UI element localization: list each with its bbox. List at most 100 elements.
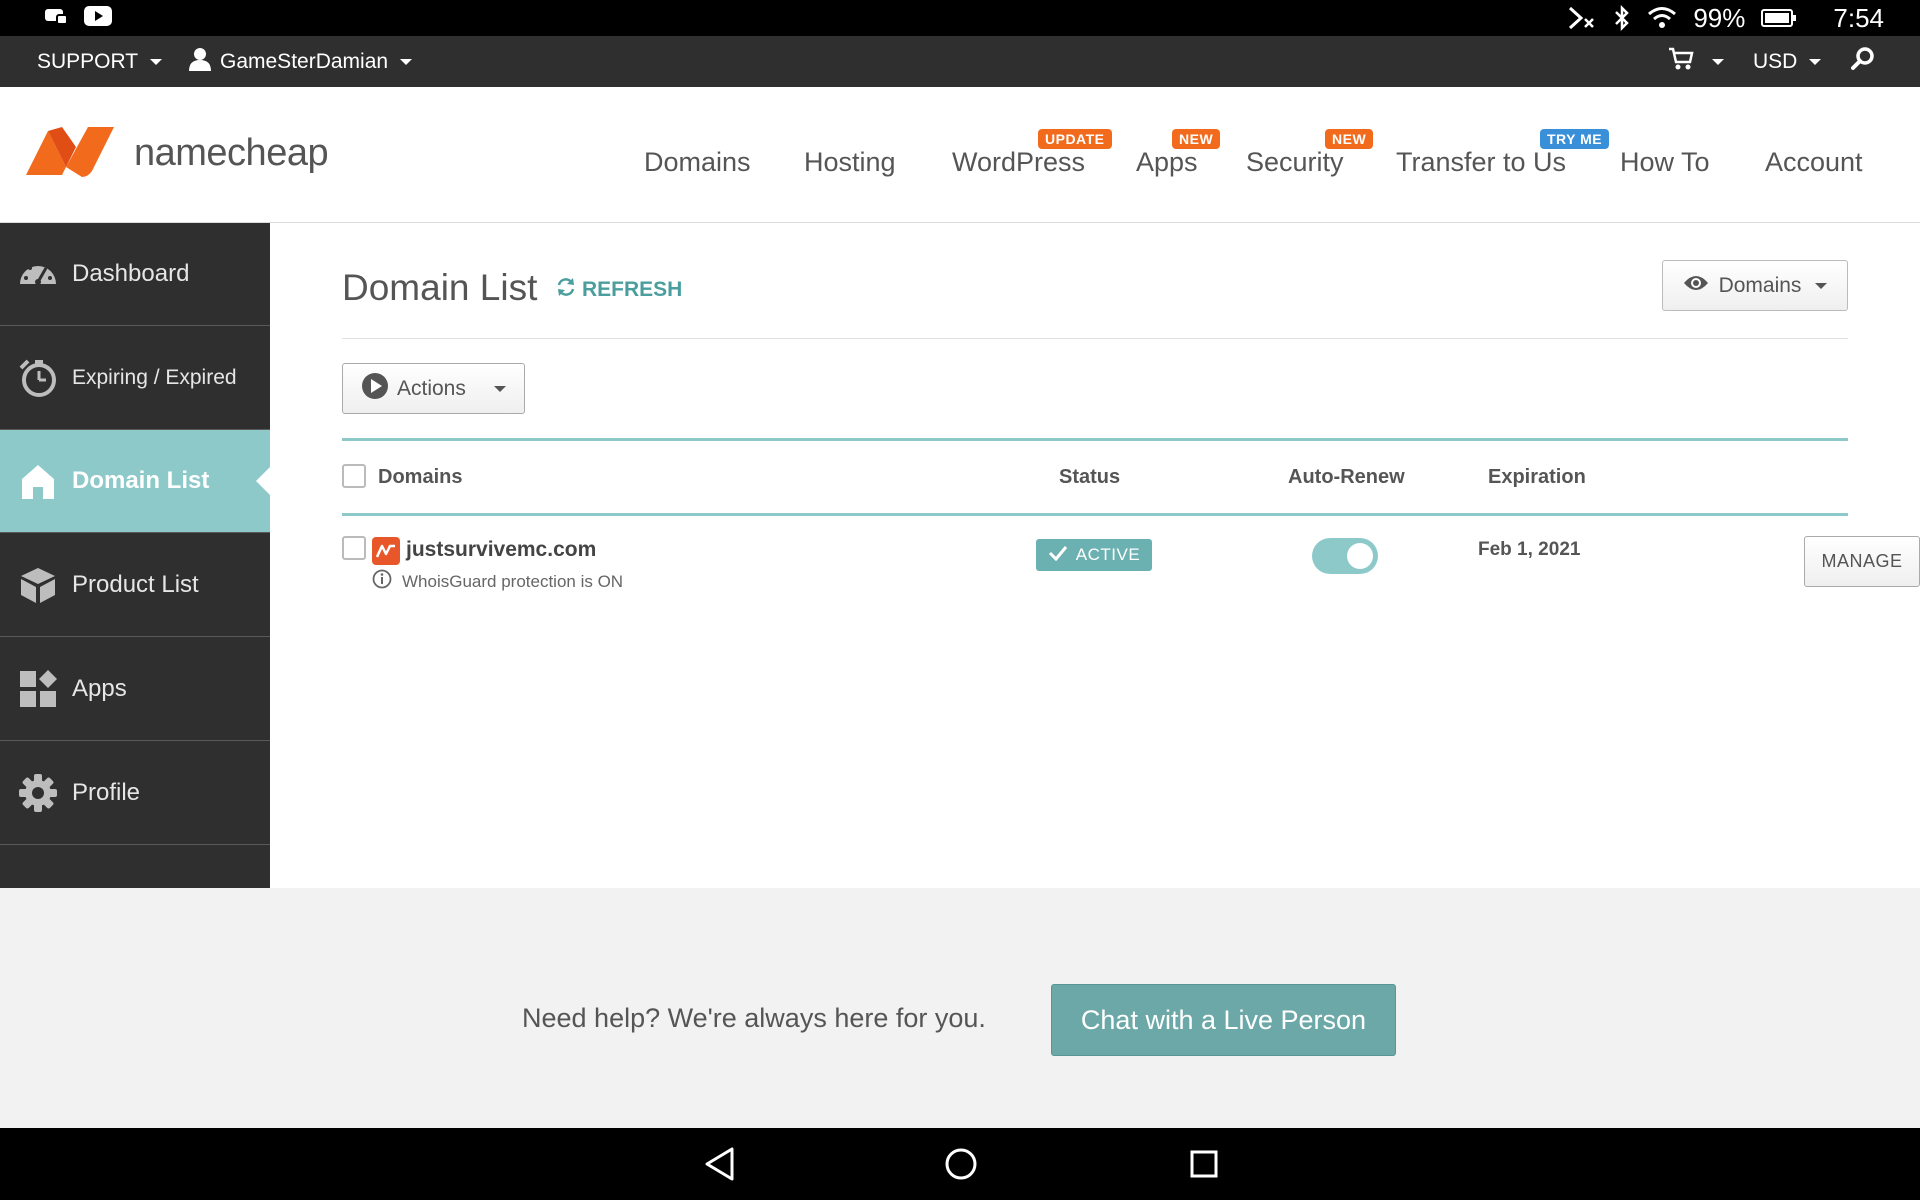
home-circle-icon[interactable] (943, 1146, 979, 1187)
main-content: Domain List REFRESH Domains Actions Doma… (270, 223, 1920, 888)
back-triangle-icon[interactable] (704, 1146, 736, 1187)
row-select-checkbox[interactable] (342, 536, 366, 560)
cart-dropdown[interactable] (1668, 36, 1724, 87)
gear-icon (18, 773, 58, 813)
chevron-down-icon (1809, 58, 1822, 65)
account-top-bar: SUPPORT GameSterDamian USD (0, 36, 1920, 87)
sidebar-item-domain-list[interactable]: Domain List (0, 430, 270, 533)
checkmark-icon (1048, 545, 1068, 566)
nav-account[interactable]: Account (1765, 147, 1863, 178)
new-badge: NEW (1325, 129, 1374, 149)
view-filter-dropdown[interactable]: Domains (1662, 260, 1848, 311)
table-row: justsurvivemc.com WhoisGuard protection … (342, 516, 1920, 616)
nav-how-to[interactable]: How To (1620, 147, 1710, 178)
refresh-icon (556, 277, 576, 303)
status-badge: ACTIVE (1036, 539, 1152, 571)
nav-label: Transfer to Us (1396, 147, 1567, 177)
sidebar-item-label: Domain List (72, 467, 210, 494)
sidebar-item-dashboard[interactable]: Dashboard (0, 223, 270, 326)
search-button[interactable] (1850, 36, 1876, 87)
whoisguard-status: WhoisGuard protection is ON (372, 569, 623, 594)
refresh-label: REFRESH (582, 278, 683, 301)
domain-table-header: Domains Status Auto-Renew Expiration (342, 438, 1848, 516)
nav-label: WordPress (952, 147, 1086, 177)
column-header-expiration[interactable]: Expiration (1488, 466, 1586, 489)
divider (342, 338, 1848, 339)
select-all-checkbox[interactable] (342, 464, 366, 488)
sidebar-item-label: Dashboard (72, 260, 190, 287)
logo-text: namecheap (134, 132, 329, 174)
sidebar-item-profile[interactable]: Profile (0, 742, 270, 845)
recents-square-icon[interactable] (1188, 1146, 1220, 1187)
help-footer: Need help? We're always here for you. Ch… (0, 888, 1920, 1128)
nav-wordpress[interactable]: UPDATE WordPress (952, 129, 1112, 178)
sidebar-item-product-list[interactable]: Product List (0, 534, 270, 637)
username-label: GameSterDamian (220, 49, 389, 73)
sidebar-item-label: Product List (72, 571, 199, 598)
currency-label: USD (1753, 49, 1798, 73)
box-icon (18, 565, 58, 605)
chevron-down-icon (1712, 58, 1724, 65)
manage-button[interactable]: MANAGE (1804, 536, 1920, 587)
chat-button-label: Chat with a Live Person (1080, 1004, 1367, 1035)
actions-label: Actions (397, 376, 466, 400)
nav-label: How To (1620, 147, 1710, 177)
play-circle-icon (361, 372, 389, 406)
domain-name-link[interactable]: justsurvivemc.com (406, 538, 596, 562)
page-title: Domain List (342, 267, 538, 308)
column-header-auto-renew[interactable]: Auto-Renew (1288, 466, 1405, 489)
view-filter-label: Domains (1718, 273, 1802, 297)
user-account-dropdown[interactable]: GameSterDamian (188, 36, 413, 87)
sidebar: Dashboard Expiring / Expired Domain List… (0, 223, 270, 888)
refresh-button[interactable]: REFRESH (556, 277, 682, 303)
chat-live-person-button[interactable]: Chat with a Live Person (1051, 984, 1396, 1056)
new-badge: NEW (1172, 129, 1221, 149)
android-navigation-bar (0, 1128, 1920, 1200)
update-badge: UPDATE (1038, 129, 1112, 149)
dashboard-gauge-icon (18, 254, 58, 294)
info-icon (372, 569, 392, 594)
namecheap-n-logo-icon (22, 123, 120, 184)
nav-label: Domains (644, 147, 751, 177)
nav-hosting[interactable]: Hosting (804, 147, 896, 178)
chevron-down-icon (150, 58, 163, 65)
manage-label: MANAGE (1821, 551, 1903, 571)
chevron-down-icon (400, 58, 413, 65)
status-text: ACTIVE (1075, 545, 1141, 564)
try-me-badge: TRY ME (1540, 129, 1610, 149)
actions-dropdown[interactable]: Actions (342, 363, 525, 414)
support-dropdown[interactable]: SUPPORT (37, 36, 163, 87)
nav-transfer-to-us[interactable]: TRY ME Transfer to Us (1396, 129, 1610, 178)
column-header-status[interactable]: Status (1059, 466, 1120, 489)
wifi-icon (1647, 6, 1677, 30)
sidebar-item-label: Expiring / Expired (72, 366, 237, 389)
nav-label: Apps (1136, 147, 1198, 177)
nav-apps[interactable]: NEW Apps (1136, 129, 1221, 178)
site-header: namecheap Domains Hosting UPDATE WordPre… (0, 87, 1920, 223)
nav-domains[interactable]: Domains (644, 147, 751, 178)
stopwatch-icon (18, 358, 58, 398)
nav-label: Hosting (804, 147, 896, 177)
youtube-icon (84, 6, 112, 26)
column-header-domains[interactable]: Domains (378, 466, 462, 489)
sidebar-item-label: Profile (72, 779, 141, 806)
eye-icon (1683, 274, 1709, 298)
auto-renew-toggle[interactable] (1312, 538, 1378, 574)
nav-security[interactable]: NEW Security (1246, 129, 1374, 178)
expiration-date: Feb 1, 2021 (1478, 539, 1581, 560)
bluetooth-icon (1613, 5, 1631, 31)
sidebar-item-apps[interactable]: Apps (0, 638, 270, 741)
namecheap-logo[interactable]: namecheap (22, 123, 329, 184)
sidebar-item-expiring-expired[interactable]: Expiring / Expired (0, 327, 270, 430)
clock-time: 7:54 (1833, 2, 1884, 33)
help-text: Need help? We're always here for you. (522, 1003, 986, 1033)
chevron-down-icon (1815, 282, 1828, 289)
whoisguard-text: WhoisGuard protection is ON (402, 571, 624, 591)
battery-icon (1761, 8, 1797, 28)
namecheap-domain-icon (372, 537, 400, 565)
support-label: SUPPORT (37, 49, 139, 73)
apps-grid-icon (18, 669, 58, 709)
nfc-off-icon (1567, 5, 1597, 31)
currency-dropdown[interactable]: USD (1753, 36, 1822, 87)
game-controller-icon (44, 6, 68, 26)
